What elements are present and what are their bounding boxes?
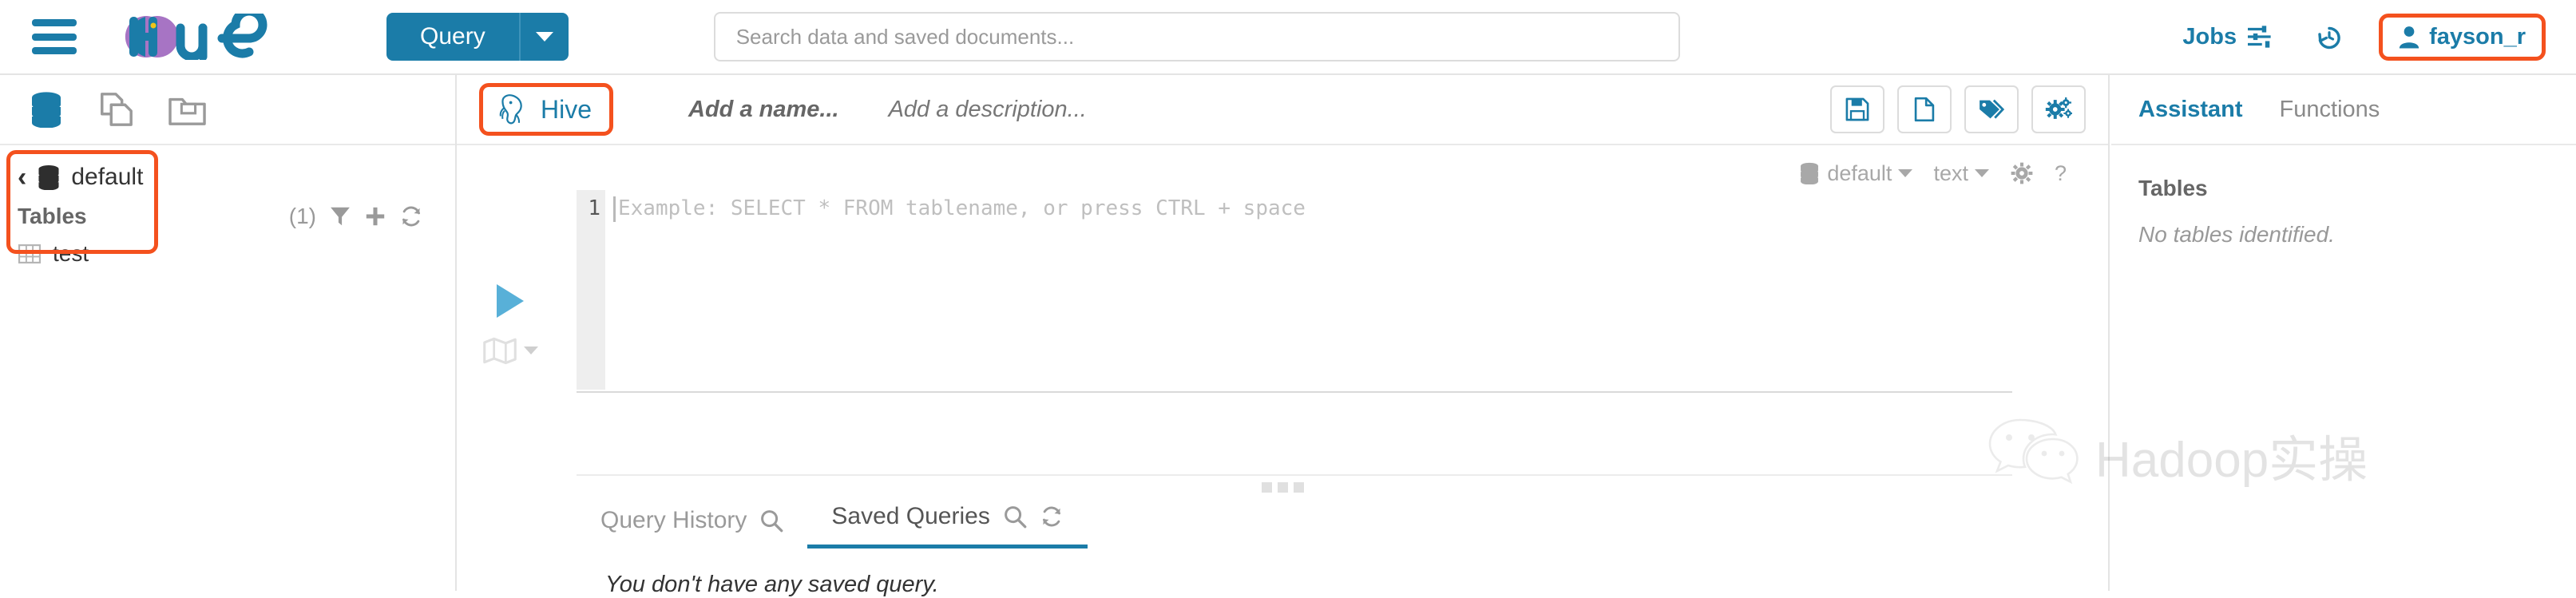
editor-header: Hive Add a name... Add a description...: [457, 75, 2108, 145]
hue-logo[interactable]: [121, 14, 305, 60]
editor-resize-rule: [577, 474, 2012, 476]
table-grid-icon: [18, 244, 42, 263]
refresh-icon[interactable]: [1040, 505, 1064, 529]
settings-button[interactable]: [2031, 85, 2086, 133]
help-button[interactable]: ?: [2055, 161, 2067, 186]
gears-settings-icon: [2045, 97, 2072, 119]
database-stack-icon: [38, 164, 59, 190]
results-tabs: Query History Saved Queries: [577, 503, 1088, 548]
database-browser-panel: ‹ default Tables (1) test: [0, 145, 455, 273]
database-breadcrumb[interactable]: ‹ default: [0, 160, 455, 195]
chevron-down-icon: [1898, 169, 1913, 177]
engine-label: Hive: [541, 94, 592, 124]
documents-icon[interactable]: [97, 91, 134, 128]
format-selector-label: text: [1933, 160, 1968, 185]
back-chevron-icon[interactable]: ‹: [18, 164, 26, 191]
editor-options-bar: default text ?: [457, 145, 2108, 190]
search-input[interactable]: [713, 12, 1680, 61]
refresh-icon[interactable]: [399, 204, 423, 228]
new-document-icon: [1914, 97, 1935, 122]
database-selector-label: default: [1827, 160, 1892, 185]
tables-label: Tables: [18, 204, 87, 228]
plus-icon[interactable]: [364, 205, 386, 228]
line-number-gutter: 1: [577, 190, 605, 390]
tables-section-header: Tables (1): [0, 195, 455, 235]
assistant-tabs: Assistant Functions: [2111, 75, 2576, 145]
assistant-empty-message: No tables identified.: [2138, 222, 2335, 247]
user-menu-button[interactable]: fayson_r: [2379, 13, 2546, 61]
run-query-button[interactable]: [497, 284, 524, 318]
sliders-icon: [2248, 26, 2271, 48]
map-explain-icon: [483, 337, 517, 365]
hive-elephant-icon: [499, 94, 522, 125]
database-stack-icon[interactable]: [29, 91, 64, 128]
tab-saved-queries[interactable]: Saved Queries: [807, 503, 1088, 548]
tab-query-history[interactable]: Query History: [577, 507, 807, 548]
floppy-save-icon: [1845, 97, 1869, 121]
tables-actions: (1): [289, 204, 423, 229]
save-button[interactable]: [1830, 85, 1884, 133]
database-selector[interactable]: default: [1798, 160, 1913, 186]
tab-saved-queries-label: Saved Queries: [831, 503, 990, 529]
query-button-group: Query: [386, 13, 569, 61]
query-description-input[interactable]: Add a description...: [889, 97, 1087, 123]
engine-tab-hive[interactable]: Hive: [479, 83, 614, 136]
chevron-down-icon: [1974, 169, 1989, 177]
editor-run-column: [474, 190, 546, 366]
user-name-label: fayson_r: [2429, 23, 2526, 50]
history-clock-icon[interactable]: [2315, 22, 2344, 51]
query-dropdown-button[interactable]: [518, 13, 569, 61]
tags-icon: [1980, 99, 2005, 119]
query-name-input[interactable]: Add a name...: [688, 97, 839, 123]
top-navbar: Query Jobs: [0, 0, 2576, 75]
sql-editor-input[interactable]: Example: SELECT * FROM tablename, or pre…: [605, 190, 2012, 390]
chevron-down-icon: [524, 347, 538, 354]
left-sidebar: ‹ default Tables (1) test: [0, 75, 457, 591]
funnel-filter-icon[interactable]: [329, 205, 351, 228]
tab-assistant[interactable]: Assistant: [2138, 97, 2243, 123]
sql-editor-placeholder: Example: SELECT * FROM tablename, or pre…: [618, 196, 1306, 220]
gear-icon: [2011, 162, 2033, 184]
jobs-link[interactable]: Jobs: [2182, 24, 2273, 50]
hamburger-menu-icon[interactable]: [32, 19, 77, 54]
assistant-panel: Assistant Functions Tables No tables ide…: [2111, 75, 2576, 591]
new-document-button[interactable]: [1897, 85, 1952, 133]
tab-functions[interactable]: Functions: [2280, 97, 2380, 123]
tab-query-history-label: Query History: [600, 507, 747, 533]
editor-resize-handle[interactable]: [457, 479, 2108, 495]
editor-toolbar: [1830, 85, 2086, 133]
editor-main-panel: Hive Add a name... Add a description...: [457, 75, 2110, 597]
list-item[interactable]: test: [0, 235, 455, 273]
database-stack-icon: [1801, 162, 1819, 184]
assistant-section-title: Tables: [2138, 176, 2208, 200]
sql-editor[interactable]: 1 Example: SELECT * FROM tablename, or p…: [577, 190, 2012, 390]
saved-queries-empty-message: You don't have any saved query.: [605, 572, 939, 597]
sidebar-header: [0, 75, 455, 145]
chevron-down-icon: [535, 32, 553, 42]
editor-bottom-rule: [577, 391, 2012, 393]
database-name-label: default: [71, 164, 144, 190]
format-selector[interactable]: text: [1933, 161, 1989, 186]
user-icon: [2399, 26, 2419, 49]
query-button[interactable]: Query: [386, 13, 519, 61]
table-name-label: test: [53, 241, 89, 266]
search-icon[interactable]: [1003, 505, 1027, 529]
explain-button[interactable]: [482, 335, 538, 366]
browse-folder-icon[interactable]: [168, 92, 208, 127]
editor-body: 1 Example: SELECT * FROM tablename, or p…: [457, 190, 2108, 597]
navbar-right-group: Jobs fayson_r: [2182, 13, 2546, 61]
tags-button[interactable]: [1964, 85, 2019, 133]
jobs-label: Jobs: [2182, 23, 2237, 50]
search-icon[interactable]: [759, 509, 783, 533]
tables-count: (1): [288, 204, 316, 228]
editor-settings-button[interactable]: [2010, 161, 2034, 185]
question-mark-icon: ?: [2054, 160, 2067, 185]
text-cursor: [613, 196, 616, 222]
